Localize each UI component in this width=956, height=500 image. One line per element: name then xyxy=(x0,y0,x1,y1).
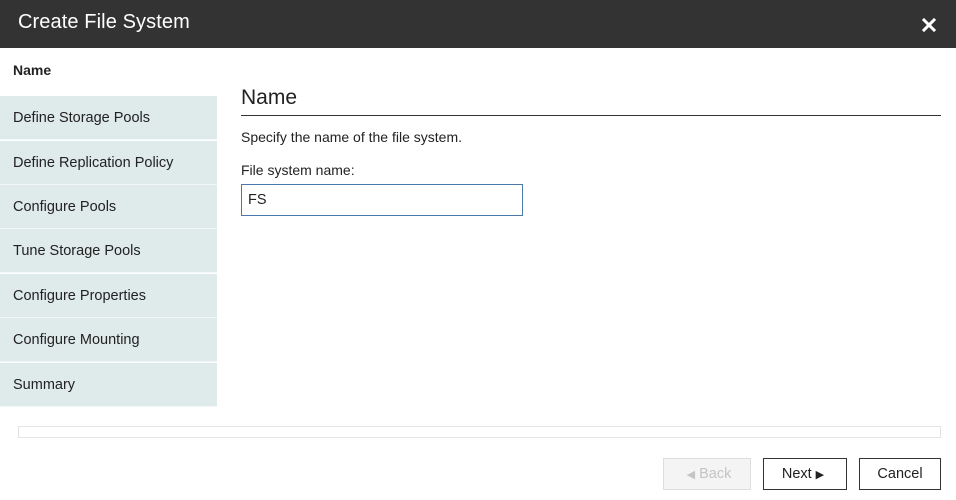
step-configure-properties[interactable]: Configure Properties xyxy=(0,274,217,318)
step-label: Summary xyxy=(13,376,76,393)
content-heading: Name xyxy=(241,86,941,116)
step-label: Name xyxy=(13,62,52,78)
back-label: Back xyxy=(699,466,732,482)
step-name[interactable]: Name xyxy=(0,48,217,92)
close-button[interactable] xyxy=(916,12,942,38)
step-label: Define Storage Pools xyxy=(13,109,151,126)
step-configure-pools[interactable]: Configure Pools xyxy=(0,185,217,229)
cancel-label: Cancel xyxy=(877,466,923,482)
step-define-storage-pools[interactable]: Define Storage Pools xyxy=(0,96,217,140)
step-tune-storage-pools[interactable]: Tune Storage Pools xyxy=(0,229,217,273)
cancel-button[interactable]: Cancel xyxy=(859,458,941,490)
next-arrow-icon: ▶ xyxy=(815,468,825,481)
create-file-system-dialog: Create File System Name Define Storage P… xyxy=(0,0,956,500)
step-label: Configure Mounting xyxy=(13,331,140,348)
file-system-name-input[interactable] xyxy=(241,184,523,216)
step-label: Define Replication Policy xyxy=(13,154,174,171)
step-content: Name Specify the name of the file system… xyxy=(241,86,941,216)
step-label: Tune Storage Pools xyxy=(13,242,141,259)
content-description: Specify the name of the file system. xyxy=(241,129,462,145)
close-icon xyxy=(922,18,936,32)
step-label: Configure Pools xyxy=(13,198,117,215)
step-define-replication-policy[interactable]: Define Replication Policy xyxy=(0,141,217,185)
next-button[interactable]: Next ▶ xyxy=(763,458,847,490)
step-configure-mounting[interactable]: Configure Mounting xyxy=(0,318,217,362)
dialog-title: Create File System xyxy=(18,11,190,33)
next-label: Next xyxy=(781,466,812,482)
step-label: Configure Properties xyxy=(13,287,146,304)
file-system-name-label: File system name: xyxy=(241,162,355,178)
progress-bar xyxy=(18,426,941,438)
wizard-steps: Name Define Storage Pools Define Replica… xyxy=(0,48,217,407)
back-arrow-icon: ◀ xyxy=(686,468,696,481)
back-button[interactable]: ◀ Back xyxy=(663,458,751,490)
dialog-titlebar: Create File System xyxy=(0,0,956,48)
step-summary[interactable]: Summary xyxy=(0,363,217,407)
